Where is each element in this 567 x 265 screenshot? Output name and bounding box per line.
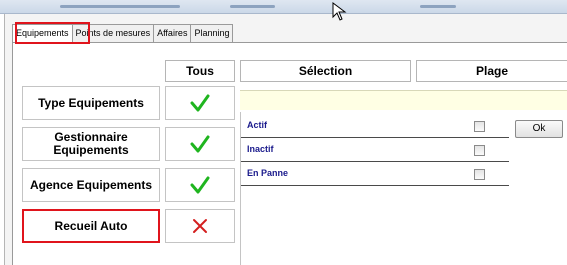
list-item-inactif[interactable]: Inactif (241, 138, 509, 162)
agence-equipements-button[interactable]: Agence Equipements (22, 168, 160, 202)
titlebar-decoration (420, 5, 456, 8)
type-equipements-button[interactable]: Type Equipements (22, 86, 160, 120)
actif-checkbox[interactable] (474, 121, 485, 132)
list-item-label: Actif (247, 120, 267, 130)
recueil-auto-tous-cell[interactable] (165, 209, 235, 243)
selection-filter-bar (240, 90, 567, 110)
list-item-label: Inactif (247, 144, 274, 154)
check-icon (190, 135, 210, 153)
titlebar-decoration (60, 5, 180, 8)
status-listbox: Actif Inactif En Panne (240, 112, 510, 265)
check-icon (190, 94, 210, 112)
column-header-tous: Tous (165, 60, 235, 82)
list-item-en-panne[interactable]: En Panne (241, 162, 509, 186)
tab-affaires[interactable]: Affaires (153, 24, 192, 42)
type-equipements-tous-cell[interactable] (165, 86, 235, 120)
window-titlebar (0, 0, 567, 14)
cross-icon (193, 219, 207, 233)
ok-button[interactable]: Ok (515, 120, 563, 138)
tab-highlight-box (15, 22, 90, 44)
list-item-actif[interactable]: Actif (241, 114, 509, 138)
check-icon (190, 176, 210, 194)
en-panne-checkbox[interactable] (474, 169, 485, 180)
agence-equipements-tous-cell[interactable] (165, 168, 235, 202)
inactif-checkbox[interactable] (474, 145, 485, 156)
list-item-label: En Panne (247, 168, 289, 178)
column-header-plage: Plage (416, 60, 567, 82)
mouse-cursor-icon (332, 2, 347, 21)
tab-planning[interactable]: Planning (190, 24, 234, 42)
gestionnaire-equipements-button[interactable]: Gestionnaire Equipements (22, 127, 160, 161)
gestionnaire-equipements-tous-cell[interactable] (165, 127, 235, 161)
recueil-auto-button[interactable]: Recueil Auto (22, 209, 160, 243)
column-header-selection: Sélection (240, 60, 411, 82)
titlebar-decoration (230, 5, 275, 8)
